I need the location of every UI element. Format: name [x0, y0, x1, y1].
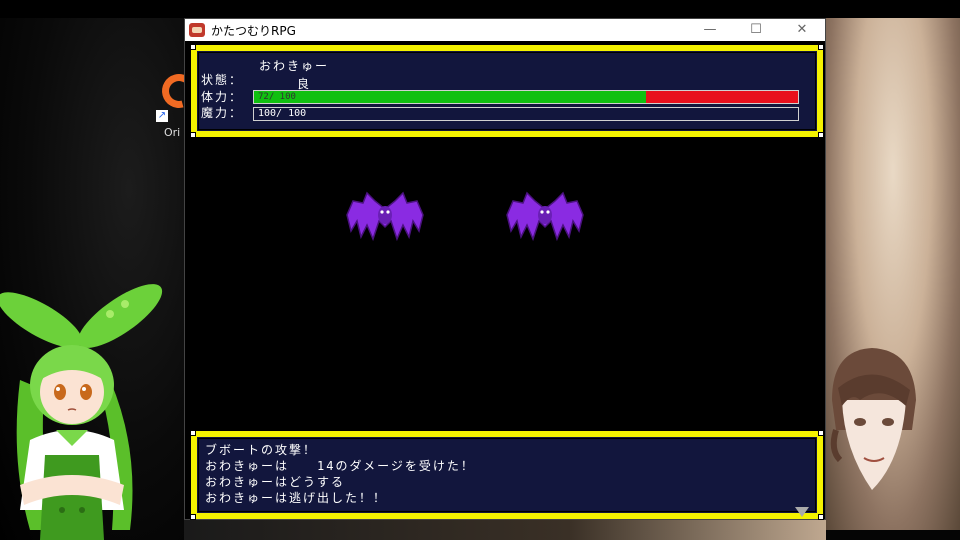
mp-value: 100/ 100	[258, 108, 307, 119]
mp-label: 魔力：	[201, 106, 244, 120]
hp-bar: 72/ 100	[253, 90, 799, 104]
maximize-button[interactable]: ☐	[733, 19, 779, 41]
window-titlebar[interactable]: かたつむりRPG — ☐ ✕	[185, 19, 825, 41]
mp-bar: 100/ 100	[253, 107, 799, 121]
hp-bar-fill	[254, 91, 646, 103]
frame-corner	[190, 514, 196, 520]
minimize-button[interactable]: —	[687, 19, 733, 41]
message-line: ブボートの攻撃！	[205, 443, 318, 457]
bat-enemy-sprite[interactable]	[345, 191, 425, 243]
message-panel: ブボートの攻撃！ おわきゅーは 14のダメージを受けた！ おわきゅーはどうする …	[190, 430, 824, 520]
battle-field	[185, 141, 825, 431]
hp-value: 72/ 100	[258, 92, 296, 102]
letterbox-top	[0, 0, 960, 18]
message-line: おわきゅーはどうする	[205, 475, 346, 489]
message-line: おわきゅーは 14のダメージを受けた！	[205, 459, 475, 473]
frame-corner	[818, 44, 824, 50]
app-icon	[189, 23, 205, 37]
frame-corner	[190, 430, 196, 436]
frame-corner	[818, 132, 824, 138]
bat-enemy-sprite[interactable]	[505, 191, 585, 243]
desktop-shortcut-label: Ori	[164, 126, 181, 139]
game-window: かたつむりRPG — ☐ ✕ おわきゅー 状態： 良 体力： 魔力： 72/ 1…	[184, 18, 826, 520]
next-message-arrow-icon[interactable]	[795, 507, 809, 517]
desktop-background-bottom	[184, 520, 826, 540]
hp-label: 体力：	[201, 90, 244, 104]
message-line: おわきゅーは逃げ出した！！	[205, 491, 388, 505]
frame-corner	[190, 132, 196, 138]
window-title: かたつむりRPG	[211, 23, 296, 38]
vtuber-avatar-right	[830, 348, 916, 490]
frame-corner	[190, 44, 196, 50]
character-name: おわきゅー	[259, 59, 330, 73]
close-button[interactable]: ✕	[779, 19, 825, 41]
status-panel: おわきゅー 状態： 良 体力： 魔力： 72/ 100 100/ 100	[190, 44, 824, 138]
shortcut-arrow-icon: ↗	[156, 110, 168, 122]
frame-corner	[818, 514, 824, 520]
condition-label: 状態：	[201, 73, 244, 87]
vtuber-avatar-left	[0, 284, 163, 540]
